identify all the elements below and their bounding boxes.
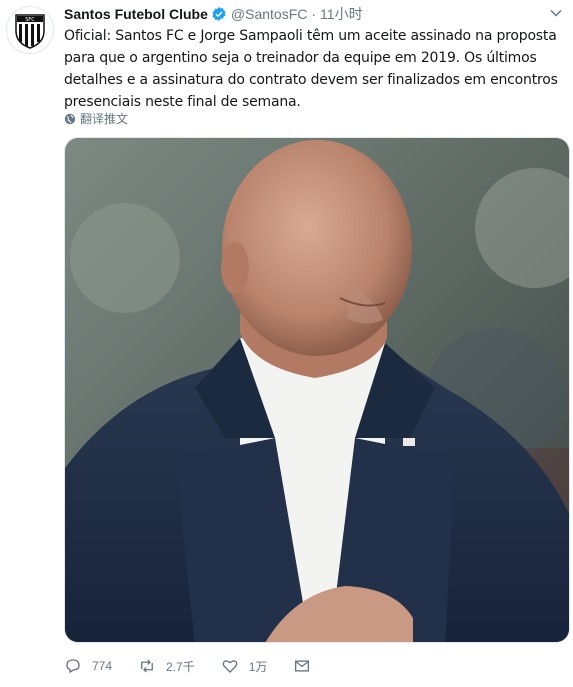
translate-tweet-link[interactable]: 翻译推文 <box>64 110 128 127</box>
avatar[interactable]: SFC <box>6 6 54 54</box>
reply-icon <box>66 659 80 674</box>
verified-badge-icon <box>212 7 226 21</box>
reply-button[interactable]: 774 <box>64 657 112 675</box>
santos-crest-icon: SFC <box>15 14 45 49</box>
chevron-down-icon[interactable] <box>549 6 563 20</box>
envelope-icon <box>295 660 310 672</box>
photo-portrait <box>65 138 569 642</box>
translate-label: 翻译推文 <box>80 112 129 126</box>
author-name[interactable]: Santos Futebol Clube <box>64 6 208 22</box>
retweet-count: 2.7千 <box>166 659 195 674</box>
tweet: SFC Santos Futebol Clube @SantosFC · 11小… <box>0 0 573 687</box>
tweet-photo[interactable] <box>64 137 570 643</box>
like-button[interactable]: 1万 <box>221 657 268 675</box>
tweet-header: Santos Futebol Clube @SantosFC · 11小时 <box>64 4 363 24</box>
reply-count: 774 <box>92 659 113 673</box>
tweet-actions: 774 2.7千 1万 <box>64 654 347 678</box>
svg-text:SFC: SFC <box>25 17 35 23</box>
direct-message-button[interactable] <box>293 657 321 675</box>
tweet-text: Oficial: Santos FC e Jorge Sampaoli têm … <box>64 28 558 110</box>
separator-dot: · <box>311 6 317 22</box>
like-count: 1万 <box>248 659 268 674</box>
globe-icon <box>64 113 76 124</box>
heart-icon <box>222 660 238 673</box>
retweet-icon <box>141 659 153 673</box>
retweet-button[interactable]: 2.7千 <box>138 657 195 675</box>
author-handle[interactable]: @SantosFC <box>231 6 307 22</box>
timestamp[interactable]: 11小时 <box>320 4 363 24</box>
